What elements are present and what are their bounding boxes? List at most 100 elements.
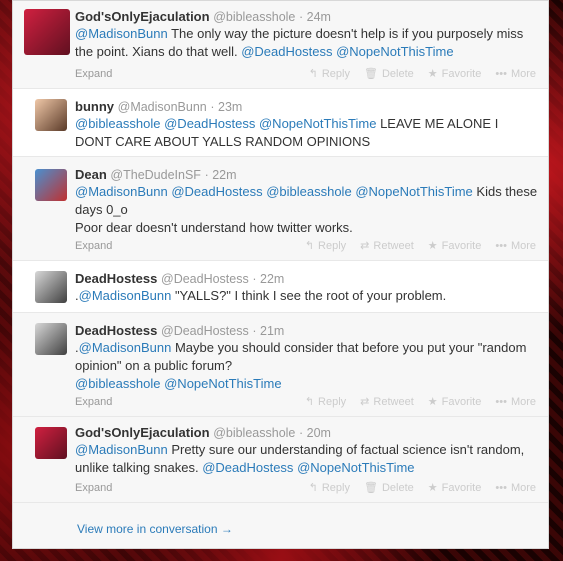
mention-link[interactable]: @MadisonBunn xyxy=(79,340,172,355)
favorite-button[interactable]: ★ Favorite xyxy=(428,482,482,494)
author-name[interactable]: DeadHostess xyxy=(75,271,157,286)
timestamp[interactable]: · 22m xyxy=(252,272,284,286)
tweet-item[interactable]: DeadHostess @DeadHostess · 21m .@Madison… xyxy=(13,313,548,417)
delete-icon: 🗑 xyxy=(363,482,378,494)
view-more-row: View more in conversation → xyxy=(13,503,548,548)
favorite-button[interactable]: ★ Favorite xyxy=(428,68,482,80)
more-label: More xyxy=(510,396,536,408)
favorite-icon: ★ xyxy=(427,240,438,252)
author-handle[interactable]: @bibleasshole xyxy=(213,426,295,440)
delete-button[interactable]: 🗑 Delete xyxy=(364,482,414,494)
mention-link[interactable]: @DeadHostess xyxy=(202,460,293,475)
mention-link[interactable]: @NopeNotThisTime xyxy=(355,184,472,199)
tweet-item[interactable]: Dean @TheDudeInSF · 22m @MadisonBunn @De… xyxy=(13,157,548,261)
more-button[interactable]: ••• More xyxy=(495,396,536,408)
more-button[interactable]: ••• More xyxy=(495,68,536,80)
author-handle[interactable]: @bibleasshole xyxy=(213,10,295,24)
author-name[interactable]: bunny xyxy=(75,99,114,114)
avatar[interactable] xyxy=(35,271,67,303)
retweet-button[interactable]: ⇄ Retweet xyxy=(360,240,414,252)
delete-label: Delete xyxy=(381,482,414,494)
mention-link[interactable]: @bibleasshole xyxy=(75,116,160,131)
tweet-text: @MadisonBunn @DeadHostess @bibleasshole … xyxy=(75,183,538,237)
mention-link[interactable]: @DeadHostess xyxy=(164,116,255,131)
more-icon: ••• xyxy=(495,240,507,252)
reply-button[interactable]: ↰ Reply xyxy=(305,240,346,252)
favorite-icon: ★ xyxy=(427,396,438,408)
view-more-link[interactable]: View more in conversation → xyxy=(77,522,233,536)
reply-label: Reply xyxy=(318,396,347,408)
expand-link[interactable]: Expand xyxy=(75,396,112,408)
reply-icon: ↰ xyxy=(304,240,315,252)
tweet-item[interactable]: bunny @MadisonBunn · 23m @bibleasshole @… xyxy=(13,89,548,157)
favorite-label: Favorite xyxy=(441,396,482,408)
retweet-button[interactable]: ⇄ Retweet xyxy=(360,396,414,408)
mention-link[interactable]: @bibleasshole xyxy=(266,184,351,199)
reply-label: Reply xyxy=(318,240,347,252)
favorite-label: Favorite xyxy=(441,482,482,494)
author-name[interactable]: God'sOnlyEjaculation xyxy=(75,9,210,24)
delete-button[interactable]: 🗑 Delete xyxy=(364,68,414,80)
reply-button[interactable]: ↰ Reply xyxy=(305,396,346,408)
avatar[interactable] xyxy=(24,9,70,55)
mention-link[interactable]: @bibleasshole xyxy=(75,376,160,391)
tweet-item[interactable]: God'sOnlyEjaculation @bibleasshole · 20m… xyxy=(13,417,548,503)
delete-label: Delete xyxy=(381,68,414,80)
author-handle[interactable]: @DeadHostess xyxy=(161,324,249,338)
timestamp[interactable]: · 24m xyxy=(299,10,331,24)
timestamp[interactable]: · 22m xyxy=(205,168,237,182)
tweet-actions: ↰ Reply ⇄ Retweet ★ Favorite ••• More xyxy=(291,239,536,252)
mention-link[interactable]: @DeadHostess xyxy=(171,184,262,199)
mention-link[interactable]: @MadisonBunn xyxy=(75,442,168,457)
mention-link[interactable]: @MadisonBunn xyxy=(75,184,168,199)
mention-link[interactable]: @MadisonBunn xyxy=(79,288,172,303)
mention-link[interactable]: @NopeNotThisTime xyxy=(336,44,453,59)
favorite-label: Favorite xyxy=(441,68,482,80)
tweet-item[interactable]: God'sOnlyEjaculation @bibleasshole · 24m… xyxy=(13,1,548,89)
timestamp[interactable]: · 23m xyxy=(210,100,242,114)
mention-link[interactable]: @DeadHostess xyxy=(241,44,332,59)
tweet-actions: ↰ Reply ⇄ Retweet ★ Favorite ••• More xyxy=(291,395,536,408)
expand-link[interactable]: Expand xyxy=(75,482,112,494)
tweet-text: @MadisonBunn The only way the picture do… xyxy=(75,25,538,61)
tweet-text: @bibleasshole @DeadHostess @NopeNotThisT… xyxy=(75,115,538,151)
author-handle[interactable]: @MadisonBunn xyxy=(118,100,207,114)
avatar[interactable] xyxy=(35,99,67,131)
favorite-button[interactable]: ★ Favorite xyxy=(428,396,482,408)
reply-icon: ↰ xyxy=(304,396,315,408)
mention-link[interactable]: @NopeNotThisTime xyxy=(164,376,281,391)
favorite-button[interactable]: ★ Favorite xyxy=(428,240,482,252)
more-label: More xyxy=(510,482,536,494)
more-icon: ••• xyxy=(495,68,507,80)
author-name[interactable]: Dean xyxy=(75,167,107,182)
tweet-item[interactable]: DeadHostess @DeadHostess · 22m .@Madison… xyxy=(13,261,548,313)
expand-link[interactable]: Expand xyxy=(75,68,112,80)
conversation-panel: God'sOnlyEjaculation @bibleasshole · 24m… xyxy=(12,0,549,549)
mention-link[interactable]: @NopeNotThisTime xyxy=(297,460,414,475)
reply-button[interactable]: ↰ Reply xyxy=(309,68,350,80)
reply-icon: ↰ xyxy=(308,68,318,80)
avatar[interactable] xyxy=(35,323,67,355)
tweet-text: .@MadisonBunn Maybe you should consider … xyxy=(75,339,538,393)
delete-icon: 🗑 xyxy=(363,68,378,80)
reply-label: Reply xyxy=(321,68,350,80)
more-button[interactable]: ••• More xyxy=(495,240,536,252)
timestamp[interactable]: · 20m xyxy=(299,426,331,440)
mention-link[interactable]: @MadisonBunn xyxy=(75,26,168,41)
author-name[interactable]: DeadHostess xyxy=(75,323,157,338)
reply-button[interactable]: ↰ Reply xyxy=(309,482,350,494)
more-button[interactable]: ••• More xyxy=(495,482,536,494)
expand-link[interactable]: Expand xyxy=(75,240,112,252)
avatar[interactable] xyxy=(35,169,67,201)
retweet-icon: ⇄ xyxy=(360,396,370,408)
author-handle[interactable]: @TheDudeInSF xyxy=(110,168,201,182)
avatar[interactable] xyxy=(35,427,67,459)
reply-icon: ↰ xyxy=(308,482,318,494)
author-handle[interactable]: @DeadHostess xyxy=(161,272,249,286)
mention-link[interactable]: @NopeNotThisTime xyxy=(259,116,376,131)
author-name[interactable]: God'sOnlyEjaculation xyxy=(75,425,210,440)
more-icon: ••• xyxy=(495,482,507,494)
tweet-actions: ↰ Reply 🗑 Delete ★ Favorite ••• More xyxy=(295,67,536,80)
timestamp[interactable]: · 21m xyxy=(252,324,284,338)
tweet-text-fragment: Poor dear doesn't understand how twitter… xyxy=(75,220,353,235)
